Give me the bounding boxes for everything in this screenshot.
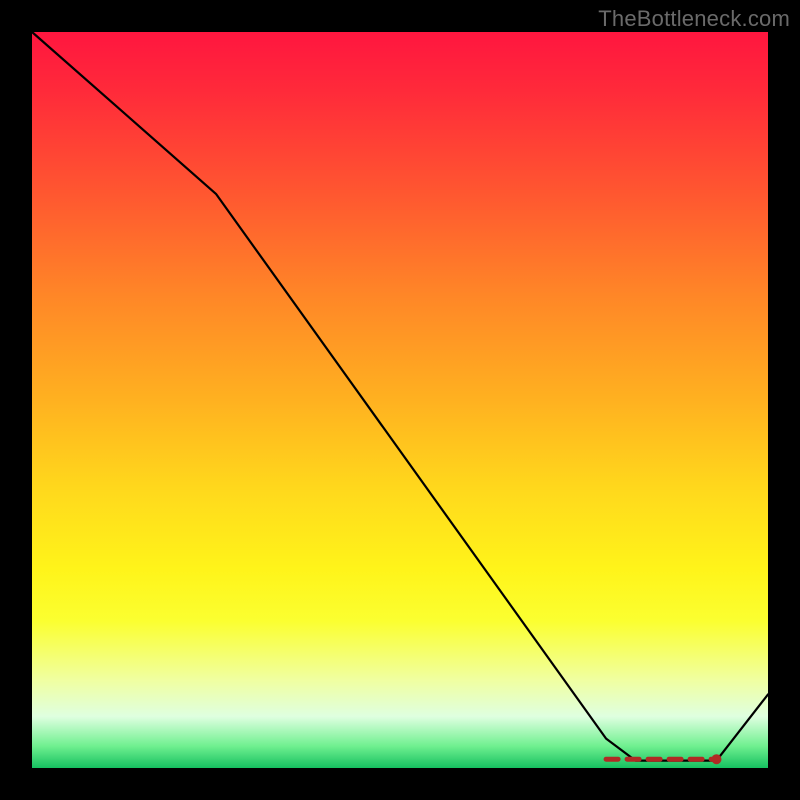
bottleneck-curve-line [32, 32, 768, 761]
chart-frame: TheBottleneck.com [0, 0, 800, 800]
watermark-text: TheBottleneck.com [598, 6, 790, 32]
chart-svg [32, 32, 768, 768]
plot-area [32, 32, 768, 768]
optimal-range-end-dot [712, 754, 722, 764]
